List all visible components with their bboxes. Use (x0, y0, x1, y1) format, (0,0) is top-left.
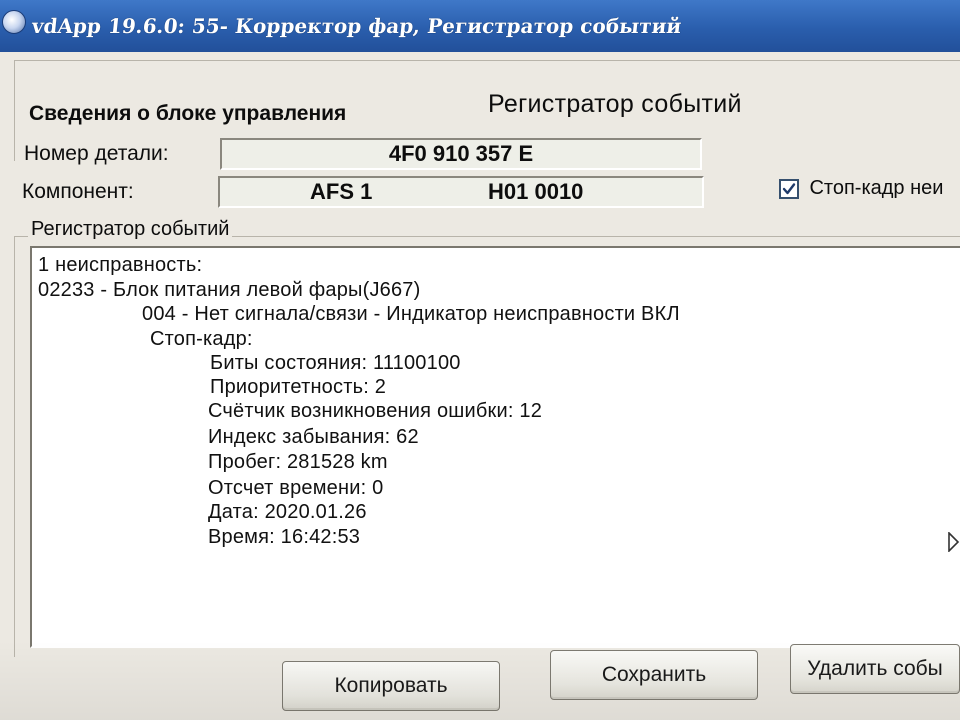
log-line: Индекс забывания: 62 (208, 426, 419, 448)
window-title: vdApp 19.6.0: 55- Корректор фар, Регистр… (30, 14, 683, 38)
log-line: Отсчет времени: 0 (208, 477, 384, 499)
part-number-field[interactable]: 4F0 910 357 E (220, 138, 702, 170)
scroll-right-icon[interactable] (948, 532, 960, 552)
unit-info-group-label: Сведения о блоке управления (26, 102, 350, 126)
app-icon[interactable] (2, 10, 26, 34)
log-line: Приоритетность: 2 (210, 376, 387, 398)
save-button[interactable]: Сохранить (550, 650, 758, 700)
freeze-frame-label: Стоп-кадр неи (809, 177, 944, 199)
event-log[interactable]: 1 неисправность: 02233 - Блок питания ле… (30, 246, 960, 648)
component-name: AFS 1 (310, 179, 373, 204)
event-recorder-group-label: Регистратор событий (28, 218, 233, 241)
page-title: Регистратор событий (488, 90, 742, 118)
log-line: Биты состояния: 11100100 (210, 352, 461, 374)
freeze-frame-checkbox[interactable] (779, 178, 799, 199)
part-number-label: Номер детали: (24, 142, 169, 165)
log-line: 004 - Нет сигнала/связи - Индикатор неис… (142, 303, 680, 325)
log-line: Время: 16:42:53 (208, 526, 361, 548)
part-number-value: 4F0 910 357 E (388, 141, 534, 166)
component-field[interactable]: AFS 1 H01 0010 (218, 176, 704, 208)
log-line: 02233 - Блок питания левой фары(J667) (38, 279, 421, 301)
component-version: H01 0010 (488, 179, 584, 204)
component-label: Компонент: (22, 180, 134, 203)
log-line: 1 неисправность: (38, 254, 203, 276)
checkmark-icon (782, 182, 796, 194)
log-line: Дата: 2020.01.26 (208, 501, 367, 523)
copy-button[interactable]: Копировать (282, 661, 500, 711)
log-line: Стоп-кадр: (150, 328, 253, 350)
freeze-frame-toggle[interactable]: Стоп-кадр неи (779, 177, 943, 200)
title-bar[interactable]: vdApp 19.6.0: 55- Корректор фар, Регистр… (0, 0, 960, 52)
delete-button[interactable]: Удалить собы (790, 644, 960, 694)
log-line: Счётчик возникновения ошибки: 12 (208, 400, 543, 422)
log-line: Пробег: 281528 km (208, 451, 388, 473)
